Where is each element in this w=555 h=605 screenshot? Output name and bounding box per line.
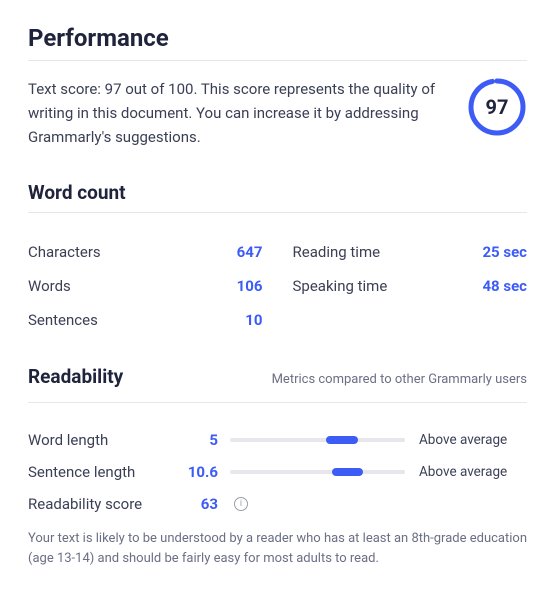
wc-value: 25 sec (482, 243, 527, 261)
wc-value: 647 (237, 243, 263, 261)
wc-value: 48 sec (482, 277, 527, 295)
score-number: 97 (467, 77, 527, 137)
divider (28, 60, 527, 61)
read-row-word-length: Word length 5 Above average (28, 431, 527, 449)
wc-value: 106 (237, 277, 263, 295)
wc-words: Words 106 (28, 277, 263, 295)
word-count-col-left: Characters 647 Words 106 Sentences 10 (28, 229, 263, 329)
divider (28, 212, 527, 213)
performance-summary: Text score: 97 out of 100. This score re… (28, 77, 527, 149)
performance-description: Text score: 97 out of 100. This score re… (28, 77, 449, 149)
read-value: 5 (170, 431, 218, 449)
read-value: 10.6 (170, 463, 218, 481)
word-count-col-right: Reading time 25 sec Speaking time 48 sec (293, 229, 528, 329)
info-icon[interactable]: i (234, 497, 248, 511)
score-ring: 97 (467, 77, 527, 137)
gauge-comparison: Above average (419, 432, 527, 448)
performance-title: Performance (28, 24, 527, 52)
wc-reading-time: Reading time 25 sec (293, 243, 528, 261)
gauge-fill (332, 468, 364, 476)
gauge (230, 438, 405, 442)
word-count-grid: Characters 647 Words 106 Sentences 10 Re… (28, 229, 527, 329)
wc-characters: Characters 647 (28, 243, 263, 261)
readability-table: Word length 5 Above average Sentence len… (28, 419, 527, 513)
wc-value: 10 (245, 311, 262, 329)
gauge-fill (326, 436, 358, 444)
read-value: 63 (170, 495, 218, 513)
wc-label: Reading time (293, 243, 381, 261)
gauge-wrap: Above average (230, 432, 527, 448)
wc-label: Characters (28, 243, 101, 261)
readability-subtitle: Metrics compared to other Grammarly user… (272, 372, 527, 387)
readability-footnote: Your text is likely to be understood by … (28, 529, 527, 569)
read-label: Readability score (28, 495, 158, 513)
readability-header: Readability Metrics compared to other Gr… (28, 365, 527, 394)
wc-label: Words (28, 277, 71, 295)
readability-title: Readability (28, 365, 123, 388)
read-label: Word length (28, 431, 158, 449)
read-row-readability-score: Readability score 63 i (28, 495, 527, 513)
read-row-sentence-length: Sentence length 10.6 Above average (28, 463, 527, 481)
gauge (230, 470, 405, 474)
wc-speaking-time: Speaking time 48 sec (293, 277, 528, 295)
gauge-comparison: Above average (419, 464, 527, 480)
wc-label: Sentences (28, 311, 98, 329)
gauge-wrap: Above average (230, 464, 527, 480)
wc-sentences: Sentences 10 (28, 311, 263, 329)
divider (28, 402, 527, 403)
wc-label: Speaking time (293, 277, 388, 295)
word-count-title: Word count (28, 181, 527, 204)
read-label: Sentence length (28, 463, 158, 481)
